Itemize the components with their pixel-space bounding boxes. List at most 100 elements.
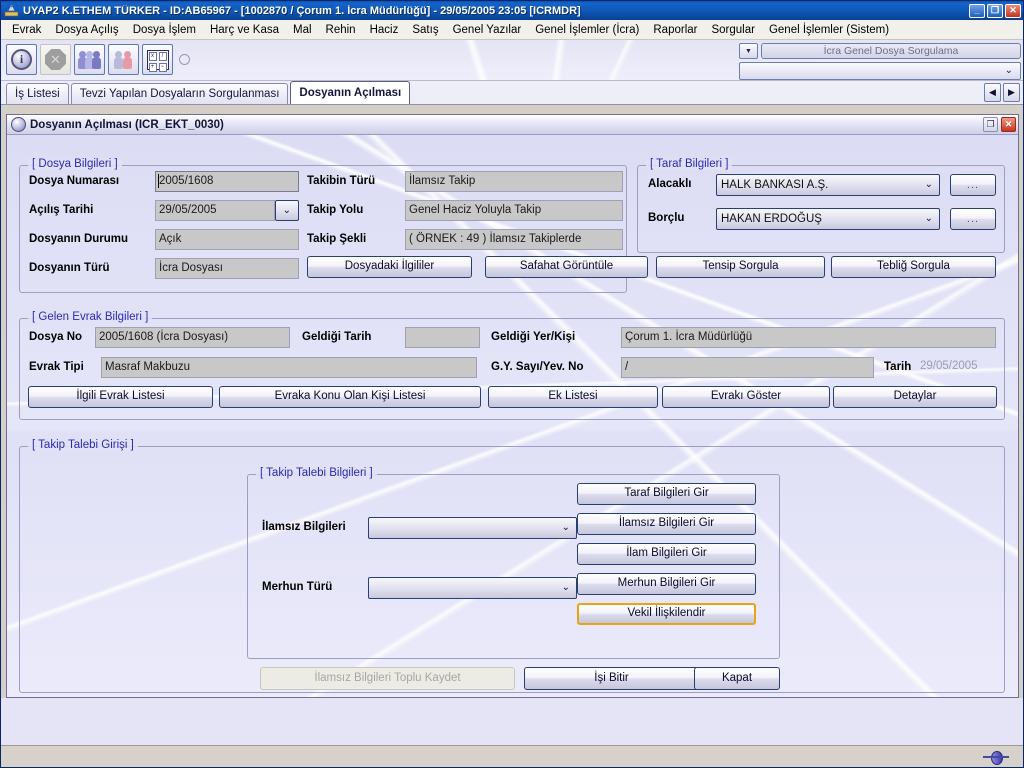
menu-item-haciz[interactable]: Haciz (363, 22, 406, 38)
mdi-window-controls: ❐ ✕ (983, 117, 1016, 132)
restore-icon: ❐ (986, 119, 995, 129)
statusbar (1, 745, 1023, 767)
detaylar-button[interactable]: Detaylar (833, 386, 997, 408)
window-titlebar: UYAP2 K.ETHEM TÜRKER - ID:AB65967 - [100… (1, 1, 1023, 20)
borclu-combo[interactable]: HAKAN ERDOĞUŞ ⌄ (716, 208, 940, 230)
label-tarih: Tarih (884, 361, 912, 373)
menu-item-harc-ve-kasa[interactable]: Harç ve Kasa (203, 22, 286, 38)
borclu-browse-button[interactable]: ... (950, 208, 996, 230)
alacakli-combo[interactable]: HALK BANKASI A.Ş. ⌄ (716, 174, 940, 196)
ek-listesi-button[interactable]: Ek Listesi (488, 386, 658, 408)
ilamsiz-bilgileri-combo[interactable]: ⌄ (368, 517, 577, 539)
minimize-button[interactable]: _ (969, 3, 985, 18)
restore-button[interactable]: ❐ (987, 3, 1003, 18)
toolbar-stop-button[interactable] (40, 44, 71, 75)
mdi-body: [ Dosya Bilgileri ] Dosya Numarası 2005/… (7, 135, 1018, 697)
menu-label: Genel Yazılar (452, 23, 522, 36)
vekil-iliskilendir-label: Vekil İlişkilendir (627, 607, 706, 619)
ilamsiz-bilgileri-toplu-kaydet-button[interactable]: İlamsız Bilgileri Toplu Kaydet (260, 667, 515, 690)
two-persons-icon (112, 49, 136, 70)
toolbar-two-persons-button[interactable] (108, 44, 139, 75)
label-takibin-turu: Takibin Türü (307, 175, 376, 187)
merhun-bilgileri-gir-button[interactable]: Merhun Bilgileri Gir (577, 573, 756, 595)
tab-scroll-right-button[interactable]: ▶ (1003, 83, 1020, 102)
toolbar-calculator-button[interactable]: x / + − (142, 44, 173, 75)
dosya-numarasi-input[interactable]: 2005/1608 (155, 171, 299, 192)
vekil-iliskilendir-button[interactable]: Vekil İlişkilendir (577, 603, 756, 625)
tab-scroll-left-button[interactable]: ◀ (984, 83, 1001, 102)
people-group-icon (77, 49, 102, 70)
window-title: UYAP2 K.ETHEM TÜRKER - ID:AB65967 - [100… (23, 4, 581, 17)
takibin-turu-input: İlamsız Takip (405, 171, 623, 192)
toolbar-info-button[interactable] (6, 44, 37, 75)
ilamsiz-bilgileri-gir-button[interactable]: İlamsız Bilgileri Gir (577, 513, 756, 535)
ilam-bilgileri-gir-label: İlam Bilgileri Gir (626, 547, 707, 559)
mdi-restore-button[interactable]: ❐ (983, 117, 998, 132)
dosyadaki-ilgililer-button[interactable]: Dosyadaki İlgililer (307, 256, 472, 278)
label-dosya-no: Dosya No (29, 331, 83, 343)
toolbar-status-dot-icon (179, 54, 190, 65)
menu-item-dosya-acilis[interactable]: Dosya Açılış (48, 22, 125, 38)
chevron-down-icon: ⌄ (561, 522, 570, 533)
tab-label: Dosyanın Açılması (299, 87, 402, 99)
query-combo[interactable]: ⌄ (739, 62, 1021, 80)
gy-sayi-yev-no-input: / (621, 357, 874, 378)
evrak-tipi-value: Masraf Makbuzu (105, 361, 191, 373)
tab-tevzi-yapilan-dosyalarin-sorgulanmasi[interactable]: Tevzi Yapılan Dosyaların Sorgulanması (70, 83, 289, 104)
acilis-tarihi-input[interactable]: 29/05/2005 (155, 200, 275, 221)
evraki-goster-button[interactable]: Evrakı Göster (662, 386, 830, 408)
kapat-label: Kapat (721, 672, 753, 684)
dosyadaki-ilgililer-label: Dosyadaki İlgililer (344, 260, 435, 272)
tensip-sorgula-button[interactable]: Tensip Sorgula (656, 256, 825, 278)
menu-item-satis[interactable]: Satış (405, 22, 445, 38)
teblig-sorgula-button[interactable]: Tebliğ Sorgula (831, 256, 996, 278)
isi-bitir-button[interactable]: İşi Bitir (524, 667, 699, 690)
chevron-down-icon: ⌄ (282, 205, 291, 216)
group-legend: [ Takip Talebi Bilgileri ] (256, 467, 377, 479)
tab-dosyanin-acilmasi[interactable]: Dosyanın Açılması (290, 81, 411, 104)
borclu-browse-label: ... (966, 213, 980, 225)
safahat-goruntule-button[interactable]: Safahat Görüntüle (485, 256, 648, 278)
menu-item-rehin[interactable]: Rehin (319, 22, 363, 38)
menu-item-genel-islemler-sistem[interactable]: Genel İşlemler (Sistem) (762, 22, 896, 38)
tab-is-listesi[interactable]: İş Listesi (6, 83, 69, 104)
evraka-konu-olan-kisi-listesi-button[interactable]: Evraka Konu Olan Kişi Listesi (219, 386, 481, 408)
label-geldigi-tarih: Geldiği Tarih (302, 331, 372, 343)
query-history-dropdown-button[interactable]: ▼ (739, 43, 758, 59)
toolbar-people-group-button[interactable] (74, 44, 105, 75)
acilis-tarihi-value: 29/05/2005 (159, 204, 217, 216)
isi-bitir-label: İşi Bitir (594, 672, 629, 684)
ilgili-evrak-listesi-button[interactable]: İlgili Evrak Listesi (28, 386, 213, 408)
calculator-icon: x / + − (146, 49, 169, 72)
dosyanin-turu-value: İcra Dosyası (159, 262, 223, 274)
ilam-bilgileri-gir-button[interactable]: İlam Bilgileri Gir (577, 543, 756, 565)
network-connection-icon (983, 750, 1009, 765)
alacakli-browse-button[interactable]: ... (950, 174, 996, 196)
menu-item-genel-yazilar[interactable]: Genel Yazılar (446, 22, 529, 38)
acilis-tarihi-dropdown-button[interactable]: ⌄ (275, 200, 299, 221)
alacakli-value: HALK BANKASI A.Ş. (721, 179, 829, 191)
menu-item-genel-islemler-icra[interactable]: Genel İşlemler (İcra) (528, 22, 646, 38)
label-dosyanin-durumu: Dosyanın Durumu (29, 233, 129, 245)
merhun-turu-combo[interactable]: ⌄ (368, 577, 577, 599)
label-dosyanin-turu: Dosyanın Türü (29, 262, 110, 274)
menu-item-mal[interactable]: Mal (286, 22, 319, 38)
menu-item-evrak[interactable]: Evrak (5, 22, 48, 38)
taraf-bilgileri-gir-button[interactable]: Taraf Bilgileri Gir (577, 483, 756, 505)
toolbar-query-area: ▼ İcra Genel Dosya Sorgulama ⌄ (739, 43, 1021, 80)
close-button[interactable]: ✕ (1005, 3, 1021, 18)
window-controls: _ ❐ ✕ (969, 3, 1021, 18)
mdi-close-button[interactable]: ✕ (1001, 117, 1016, 132)
menu-item-raporlar[interactable]: Raporlar (646, 22, 704, 38)
menu-item-sorgular[interactable]: Sorgular (704, 22, 761, 38)
mdi-window-title: Dosyanın Açılması (ICR_EKT_0030) (30, 118, 224, 131)
dosyanin-turu-input: İcra Dosyası (155, 258, 299, 279)
kapat-button[interactable]: Kapat (694, 667, 780, 690)
taraf-bilgileri-gir-label: Taraf Bilgileri Gir (624, 487, 709, 499)
takip-yolu-value: Genel Haciz Yoluyla Takip (409, 204, 542, 216)
toplu-kaydet-label: İlamsız Bilgileri Toplu Kaydet (314, 672, 461, 684)
close-icon: ✕ (1009, 4, 1017, 15)
menubar: Evrak Dosya Açılış Dosya İşlem Harç ve K… (1, 20, 1023, 40)
ek-listesi-label: Ek Listesi (548, 390, 598, 402)
menu-item-dosya-islem[interactable]: Dosya İşlem (126, 22, 203, 38)
